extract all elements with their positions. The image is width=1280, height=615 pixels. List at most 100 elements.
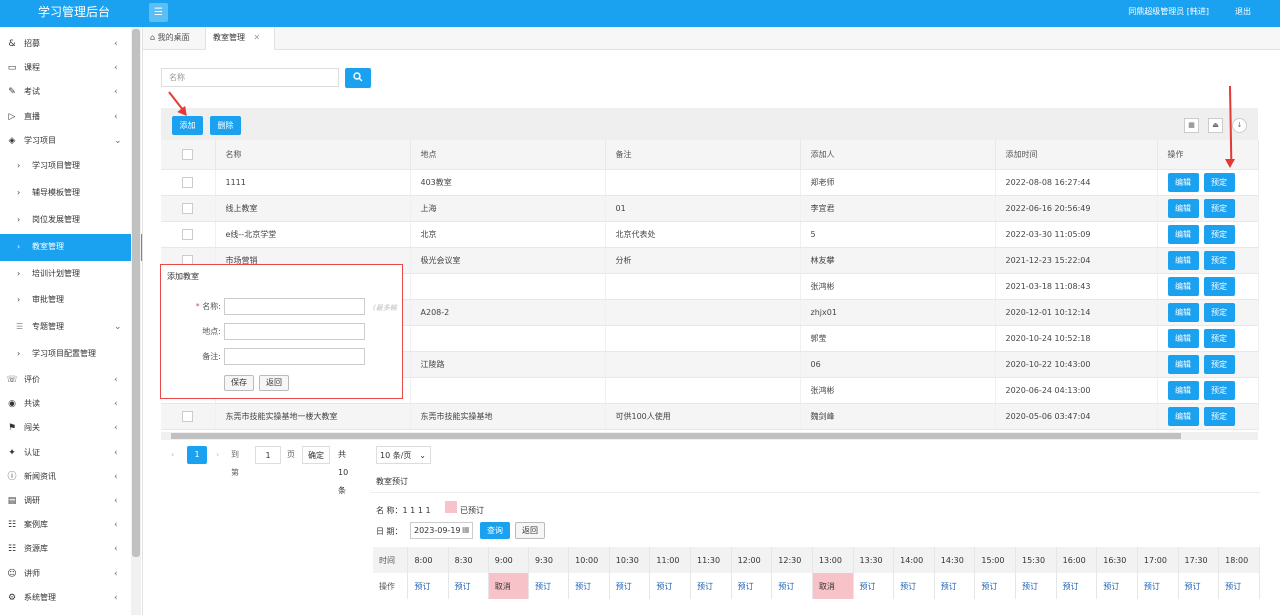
edit-button[interactable]: 编辑: [1167, 380, 1199, 400]
sidebar-item-case-library[interactable]: ☷ 案例库 ‹: [0, 513, 142, 537]
edit-button[interactable]: 编辑: [1167, 198, 1199, 218]
note-field[interactable]: [224, 348, 365, 365]
row-checkbox-cell[interactable]: [161, 403, 216, 430]
scrollbar-thumb[interactable]: [171, 433, 1181, 439]
book-button[interactable]: 预定: [1203, 354, 1235, 374]
sidebar-scrollbar[interactable]: [131, 27, 141, 615]
book-slot-link[interactable]: 预订: [448, 573, 489, 599]
goto-confirm-button[interactable]: 确定: [302, 446, 330, 464]
save-button[interactable]: 保存: [224, 375, 254, 391]
sidebar-item-news[interactable]: ⓘ 新闻资讯 ‹: [0, 465, 142, 489]
book-slot-link[interactable]: 预订: [1015, 573, 1057, 599]
book-slot-link[interactable]: 预订: [934, 573, 976, 599]
edit-button[interactable]: 编辑: [1167, 354, 1199, 374]
cancel-booking-link[interactable]: 取消: [488, 573, 529, 599]
table-row[interactable]: e线--北京学堂 北京 北京代表处 5 2022-03-30 11:05:09 编辑 预定: [161, 221, 1259, 248]
columns-icon[interactable]: ▦: [1184, 118, 1199, 133]
edit-button[interactable]: 编辑: [1167, 328, 1199, 348]
book-button[interactable]: 预定: [1203, 224, 1235, 244]
sidebar-scrollbar-thumb[interactable]: [132, 29, 140, 557]
book-button[interactable]: 预定: [1203, 328, 1235, 348]
row-checkbox-cell[interactable]: [161, 169, 216, 196]
sidebar-item-resource-library[interactable]: ☷ 资源库 ‹: [0, 537, 142, 561]
book-slot-link[interactable]: 预订: [1137, 573, 1179, 599]
table-horizontal-scrollbar[interactable]: [161, 432, 1258, 440]
sidebar-subitem-classroom[interactable]: › 教室管理: [0, 233, 142, 261]
search-button[interactable]: [345, 68, 371, 88]
book-slot-link[interactable]: 预订: [407, 573, 449, 599]
sidebar-subitem-career[interactable]: › 岗位发展管理: [0, 207, 142, 234]
book-button[interactable]: 预定: [1203, 198, 1235, 218]
sidebar-item-recruit[interactable]: & 招募 ‹: [0, 32, 142, 56]
sidebar-item-course[interactable]: ▭ 课程 ‹: [0, 56, 142, 80]
book-slot-link[interactable]: 预订: [1096, 573, 1138, 599]
sidebar-item-evaluate[interactable]: ☏ 评价 ‹: [0, 368, 142, 392]
next-page-button[interactable]: ›: [216, 446, 219, 464]
logout-link[interactable]: 退出: [1235, 0, 1251, 24]
page-number-current[interactable]: 1: [187, 446, 207, 464]
book-button[interactable]: 预定: [1203, 250, 1235, 270]
book-button[interactable]: 预定: [1203, 276, 1235, 296]
book-slot-link[interactable]: 预订: [1178, 573, 1220, 599]
delete-button[interactable]: 删除: [210, 116, 241, 135]
book-slot-link[interactable]: 预订: [1218, 573, 1260, 599]
book-button[interactable]: 预定: [1203, 302, 1235, 322]
table-row[interactable]: 1111 403教室 郑老师 2022-08-08 16:27:44 编辑 预定: [161, 169, 1259, 196]
close-icon[interactable]: ✕: [254, 33, 261, 42]
sidebar-subitem-training-plan[interactable]: › 培训计划管理: [0, 261, 142, 288]
prev-page-button[interactable]: ‹: [171, 446, 174, 464]
book-slot-link[interactable]: 预订: [731, 573, 773, 599]
back-button[interactable]: 返回: [259, 375, 289, 391]
sidebar-subitem-project-config[interactable]: › 学习项目配置管理: [0, 341, 142, 368]
row-checkbox[interactable]: [182, 410, 194, 422]
edit-button[interactable]: 编辑: [1167, 276, 1199, 296]
book-slot-link[interactable]: 预订: [609, 573, 651, 599]
book-slot-link[interactable]: 预订: [1056, 573, 1098, 599]
select-all-checkbox[interactable]: [161, 140, 216, 170]
download-icon[interactable]: ↓: [1232, 118, 1247, 133]
sidebar-item-learning-project[interactable]: ◈ 学习项目 ⌄: [0, 129, 142, 153]
book-slot-link[interactable]: 预订: [771, 573, 813, 599]
tab-home[interactable]: ⌂ 我的桌面: [143, 27, 203, 50]
row-checkbox-cell[interactable]: [161, 195, 216, 222]
calendar-icon[interactable]: ▦: [462, 525, 470, 534]
table-row[interactable]: 东莞市技能实操基地一楼大教室 东莞市技能实操基地 可供100人使用 魏剑峰 2020-0…: [161, 403, 1259, 430]
sidebar-item-challenge[interactable]: ⚑ 闯关 ‹: [0, 416, 142, 440]
row-checkbox[interactable]: [182, 202, 194, 214]
sidebar-subitem-project-manage[interactable]: › 学习项目管理: [0, 153, 142, 180]
row-checkbox[interactable]: [182, 228, 194, 240]
sidebar-item-coread[interactable]: ◉ 共读 ‹: [0, 392, 142, 416]
edit-button[interactable]: 编辑: [1167, 224, 1199, 244]
book-button[interactable]: 预定: [1203, 172, 1235, 192]
book-slot-link[interactable]: 预订: [528, 573, 570, 599]
name-field[interactable]: [224, 298, 365, 315]
sidebar-item-live[interactable]: ▷ 直播 ‹: [0, 105, 142, 129]
edit-button[interactable]: 编辑: [1167, 302, 1199, 322]
place-field[interactable]: [224, 323, 365, 340]
sidebar-subitem-topic[interactable]: ☰ 专题管理 ⌄: [0, 314, 142, 341]
book-button[interactable]: 预定: [1203, 406, 1235, 426]
book-slot-link[interactable]: 预订: [690, 573, 732, 599]
book-slot-link[interactable]: 预订: [853, 573, 895, 599]
sidebar-item-lecturer[interactable]: ☺ 讲师 ‹: [0, 562, 142, 586]
page-size-select[interactable]: 10 条/页 ⌄: [376, 446, 431, 464]
row-checkbox[interactable]: [182, 176, 194, 188]
book-slot-link[interactable]: 预订: [568, 573, 610, 599]
current-user[interactable]: 同鼎超级管理员 [韩进]: [1128, 0, 1209, 24]
booking-back-button[interactable]: 返回: [515, 522, 545, 539]
sidebar-subitem-tutor-template[interactable]: › 辅导模板管理: [0, 180, 142, 207]
row-checkbox-cell[interactable]: [161, 221, 216, 248]
export-icon[interactable]: ⏏: [1208, 118, 1223, 133]
book-slot-link[interactable]: 预订: [974, 573, 1017, 599]
sidebar-item-system[interactable]: ⚙ 系统管理 ‹: [0, 586, 142, 610]
book-slot-link[interactable]: 预订: [893, 573, 935, 599]
edit-button[interactable]: 编辑: [1167, 172, 1199, 192]
table-row[interactable]: 线上教室 上海 01 李宜君 2022-06-16 20:56:49 编辑 预定: [161, 195, 1259, 222]
search-input[interactable]: 名称: [161, 68, 339, 87]
query-button[interactable]: 查询: [480, 522, 510, 539]
sidebar-item-exam[interactable]: ✎ 考试 ‹: [0, 80, 142, 104]
sidebar-item-survey[interactable]: ▤ 调研 ‹: [0, 489, 142, 513]
page-input[interactable]: 1: [255, 446, 281, 464]
book-slot-link[interactable]: 预订: [649, 573, 692, 599]
edit-button[interactable]: 编辑: [1167, 250, 1199, 270]
